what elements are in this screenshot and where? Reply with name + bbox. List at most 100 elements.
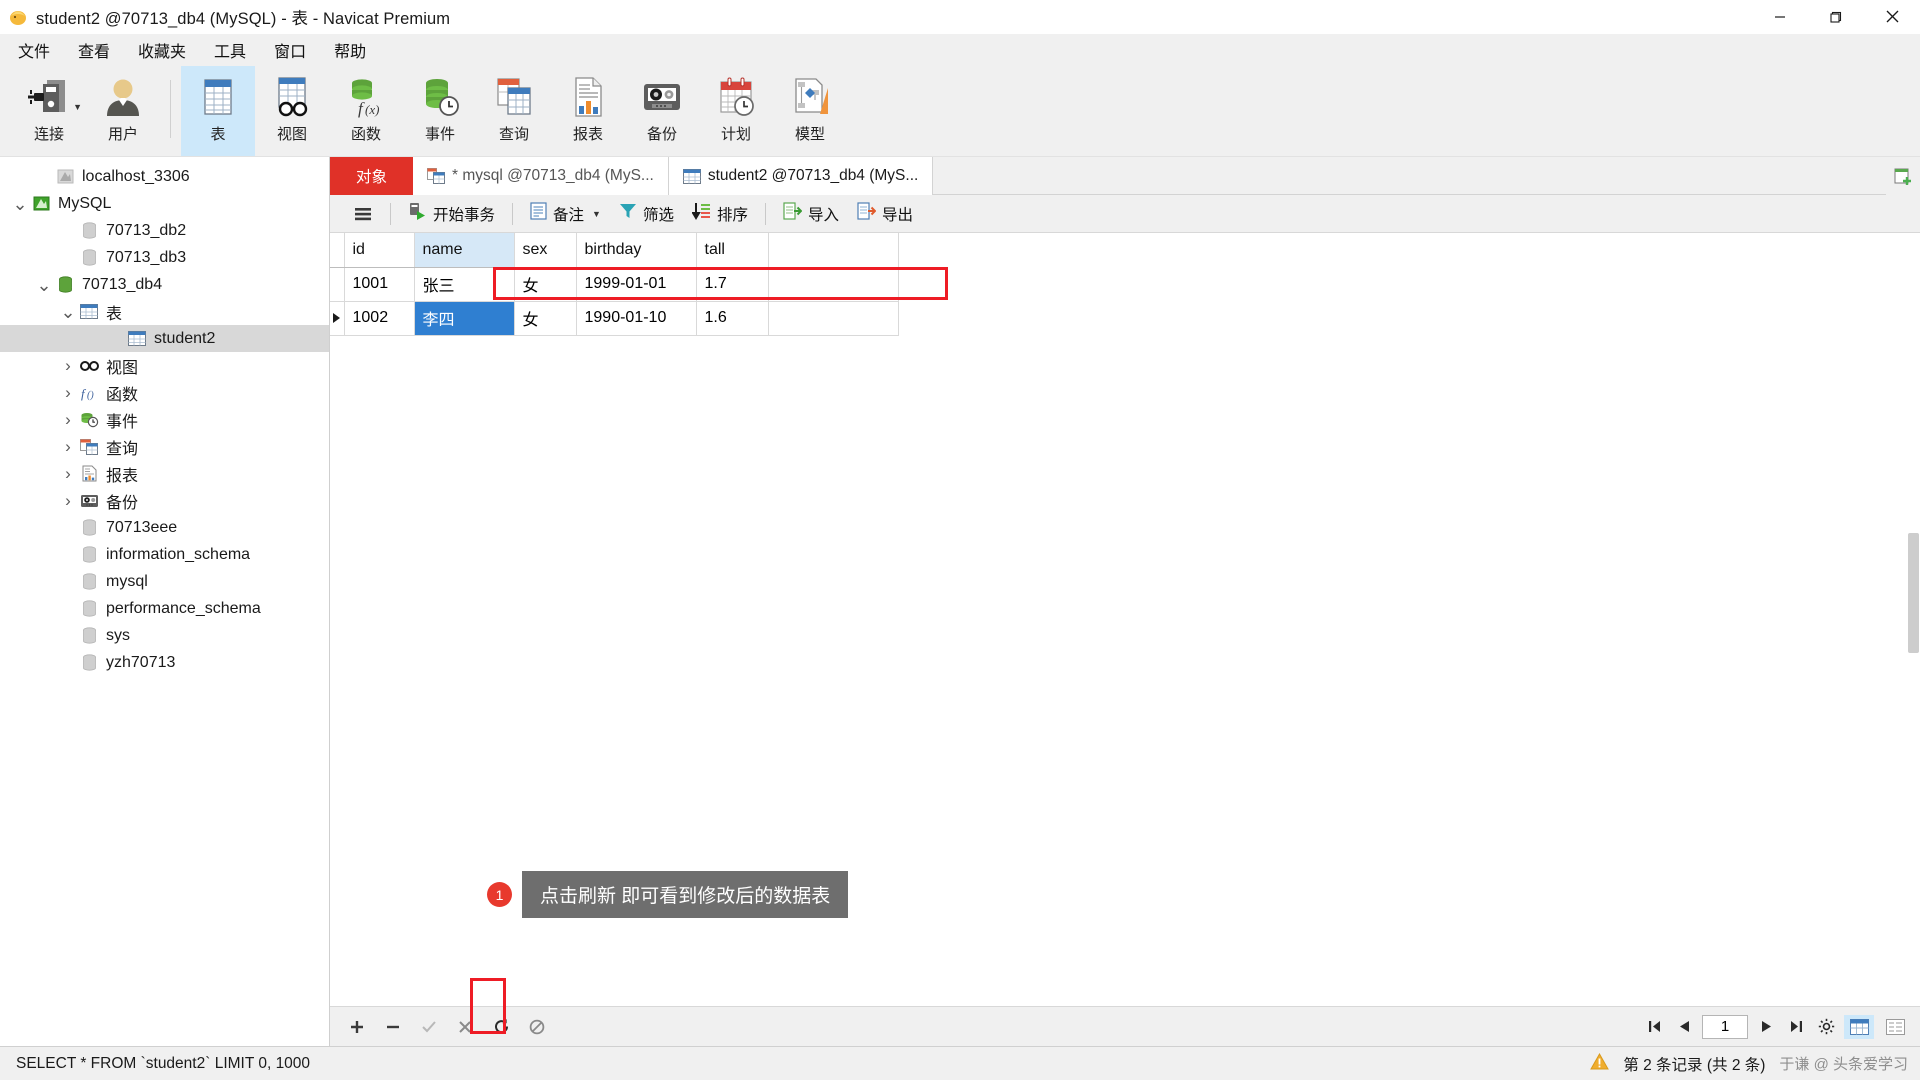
status-sql-text: SELECT * FROM `student2` LIMIT 0, 1000 [16,1054,311,1072]
tree-item-[interactable]: › 报表 [0,460,329,487]
data-grid-body[interactable]: 1001 张三女 1999-01-01 1.7 1002 李四女 1990-01-10 1.6 [330,267,899,336]
tree-item-yzh70713[interactable]: yzh70713 [0,649,329,676]
stop-button[interactable] [526,1016,548,1038]
column-header-birthday[interactable]: birthday [576,233,697,268]
tree-item-70713_db2[interactable]: 70713_db2 [0,217,329,244]
cell-birthday[interactable]: 1990-01-10 [576,301,697,336]
cancel-change-button[interactable] [454,1016,476,1038]
last-page-button[interactable] [1784,1015,1808,1039]
data-grid[interactable]: id name sex birthday tall 1001 张三女 1999-01-01 1… [330,233,899,336]
page-number-input[interactable]: 1 [1702,1014,1748,1039]
chevron-right-icon[interactable]: › [58,383,78,403]
column-header-id[interactable]: id [344,233,415,268]
chevron-right-icon[interactable]: › [58,437,78,457]
cell-birthday[interactable]: 1999-01-01 [576,267,697,302]
menu-view[interactable]: 查看 [64,34,124,66]
tree-item-[interactable]: › 备份 [0,487,329,514]
refresh-button[interactable] [490,1016,512,1038]
tab-table-student2[interactable]: student2 @70713_db4 (MyS... [668,157,934,195]
table-row[interactable]: 1002 李四女 1990-01-10 1.6 [330,301,899,336]
tab-query-mysql[interactable]: * mysql @70713_db4 (MyS... [413,157,669,195]
tree-item-[interactable]: › f() 函数 [0,379,329,406]
table-row[interactable]: 1001 张三女 1999-01-01 1.7 [330,267,899,302]
object-tree-sidebar[interactable]: localhost_3306 ⌄ MySQL 70713_db2 70713_db3 ⌄ 7… [0,157,330,1046]
maximize-button[interactable] [1808,0,1864,34]
next-page-button[interactable] [1754,1015,1778,1039]
toolbar-model[interactable]: 模型 [773,66,847,156]
chevron-down-icon[interactable]: ▼ [592,209,601,219]
cell-tall[interactable]: 1.6 [696,301,769,336]
export-button[interactable]: 导出 [848,198,922,229]
chevron-right-icon[interactable]: › [58,356,78,376]
cell-id[interactable]: 1002 [344,301,415,336]
sort-button[interactable]: 排序 [683,198,757,229]
toolbar-schedule[interactable]: 计划 [699,66,773,156]
tree-item-70713eee[interactable]: 70713eee [0,514,329,541]
add-record-button[interactable] [346,1016,368,1038]
toolbar-report[interactable]: 报表 [551,66,625,156]
new-tab-button[interactable] [1886,157,1920,195]
grid-settings-button[interactable] [1814,1015,1838,1039]
begin-transaction-button[interactable]: 开始事务 [399,198,504,229]
toolbar-view[interactable]: 视图 [255,66,329,156]
tree-item-mysql[interactable]: mysql [0,568,329,595]
menu-favorites[interactable]: 收藏夹 [124,34,200,66]
grid-menu-button[interactable] [344,202,382,226]
filter-button[interactable]: 筛选 [610,198,683,229]
column-header-sex[interactable]: sex [514,233,577,268]
tree-item-[interactable]: › 查询 [0,433,329,460]
export-icon [857,202,877,225]
chevron-right-icon[interactable]: › [58,464,78,484]
toolbar-user[interactable]: 用户 [86,66,160,156]
grid-view-button[interactable] [1844,1014,1874,1039]
column-header-name[interactable]: name [414,233,515,268]
menu-help[interactable]: 帮助 [320,34,380,66]
toolbar-query[interactable]: 查询 [477,66,551,156]
chevron-down-icon[interactable]: ⌄ [10,195,30,213]
close-button[interactable] [1864,0,1920,34]
menu-tools[interactable]: 工具 [200,34,260,66]
tree-item-localhost_3306[interactable]: localhost_3306 [0,163,329,190]
chevron-down-icon[interactable]: ▼ [73,102,82,112]
toolbar-event[interactable]: 事件 [403,66,477,156]
cell-name[interactable]: 张三 [414,267,515,302]
toolbar-table[interactable]: 表 [181,66,255,156]
cell-name[interactable]: 李四 [414,301,515,336]
toolbar-function[interactable]: f (x) 函数 [329,66,403,156]
tab-objects[interactable]: 对象 [330,157,414,195]
menu-file[interactable]: 文件 [4,34,64,66]
tree-item-label: information_schema [106,545,251,563]
tree-item-70713_db3[interactable]: 70713_db3 [0,244,329,271]
import-button[interactable]: 导入 [774,198,848,229]
tree-item-[interactable]: › 事件 [0,406,329,433]
tree-item-70713_db4[interactable]: ⌄ 70713_db4 [0,271,329,298]
minimize-button[interactable] [1752,0,1808,34]
tree-item-information_schema[interactable]: information_schema [0,541,329,568]
tree-item-sys[interactable]: sys [0,622,329,649]
form-view-button[interactable] [1880,1015,1910,1039]
tree-item-MySQL[interactable]: ⌄ MySQL [0,190,329,217]
apply-change-button[interactable] [418,1016,440,1038]
cell-sex[interactable]: 女 [514,267,577,302]
cell-id[interactable]: 1001 [344,267,415,302]
toolbar-backup[interactable]: 备份 [625,66,699,156]
menu-window[interactable]: 窗口 [260,34,320,66]
data-grid-area[interactable]: id name sex birthday tall 1001 张三女 1999-01-01 1… [330,233,1920,1006]
cell-sex[interactable]: 女 [514,301,577,336]
note-button[interactable]: 备注 ▼ [521,198,610,229]
grid-vertical-scrollbar[interactable] [1906,233,1920,1006]
prev-page-button[interactable] [1672,1015,1696,1039]
tree-item-student2[interactable]: student2 [0,325,329,352]
column-header-tall[interactable]: tall [696,233,769,268]
cell-tall[interactable]: 1.7 [696,267,769,302]
chevron-right-icon[interactable]: › [58,491,78,511]
tree-item-performance_schema[interactable]: performance_schema [0,595,329,622]
chevron-down-icon[interactable]: ⌄ [34,276,54,294]
toolbar-connection[interactable]: 连接 ▼ [12,66,86,156]
first-page-button[interactable] [1642,1015,1666,1039]
tree-item-[interactable]: › 视图 [0,352,329,379]
chevron-down-icon[interactable]: ⌄ [58,303,78,321]
tree-item-[interactable]: ⌄ 表 [0,298,329,325]
chevron-right-icon[interactable]: › [58,410,78,430]
delete-record-button[interactable] [382,1016,404,1038]
